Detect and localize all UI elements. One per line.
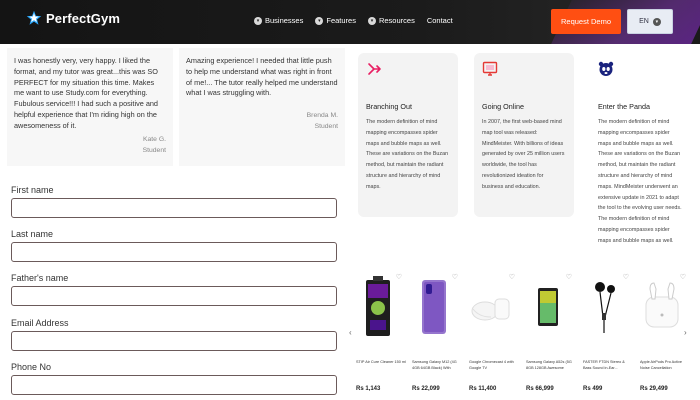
product-price: Rs 1,143: [356, 386, 381, 392]
product-name: Apple AirPods Pro Active Noise Cancellat…: [640, 360, 682, 370]
cleaner-spray-icon: [366, 276, 390, 336]
heart-icon[interactable]: ♡: [566, 273, 572, 281]
card-title: Branching Out: [366, 102, 412, 111]
product-price: Rs 66,999: [526, 386, 554, 392]
testimonial-author: Brenda M. Student: [307, 110, 338, 132]
page: PerfectGym ▾ Businesses ▾ Features ▾ Res…: [0, 0, 700, 400]
chevron-down-icon: ▾: [315, 16, 324, 25]
testimonial-card: Amazing experience! I needed that little…: [179, 48, 345, 166]
first-name-label: First name: [11, 185, 54, 195]
logo-text: PerfectGym: [46, 10, 120, 26]
phone-label: Phone No: [11, 362, 52, 372]
last-name-field[interactable]: [11, 242, 337, 262]
logo-star-icon: [26, 10, 42, 25]
request-demo-button[interactable]: Request Demo: [551, 9, 621, 34]
nav-label: Businesses: [265, 16, 304, 25]
green-phone-icon: [538, 288, 558, 326]
card-title: Enter the Panda: [598, 102, 650, 111]
nav-item-businesses[interactable]: ▾ Businesses: [254, 16, 303, 25]
nav-item-resources[interactable]: ▾ Resources: [367, 16, 415, 25]
earphones-icon: [595, 282, 615, 333]
nav-label: Features: [326, 16, 356, 25]
heart-icon[interactable]: ♡: [623, 273, 629, 281]
airpods-icon: [645, 282, 679, 328]
product-name: FASTER FTDN Stereo & Bass Sound in-Ear..…: [583, 360, 625, 370]
top-nav-bar: PerfectGym ▾ Businesses ▾ Features ▾ Res…: [0, 0, 700, 44]
product-price: Rs 11,400: [469, 386, 497, 392]
card-text: The modern definition of mind mapping en…: [366, 119, 449, 190]
testimonial-text: Amazing experience! I needed that little…: [186, 56, 338, 98]
testimonial-author: Kate G. Student: [143, 134, 166, 156]
language-label: EN: [639, 18, 649, 25]
panda-icon: [598, 61, 614, 76]
chevron-down-icon: ▾: [367, 16, 376, 25]
logo[interactable]: PerfectGym: [26, 10, 120, 26]
product-name: Samsung Galaxy A52s (5G 8GB 128GB Awesom…: [526, 360, 572, 370]
nav-label: Contact: [426, 16, 453, 25]
chevron-right-icon[interactable]: ›: [684, 328, 687, 337]
nav-item-features[interactable]: ▾ Features: [315, 16, 356, 25]
heart-icon[interactable]: ♡: [680, 273, 686, 281]
nav-item-contact[interactable]: Contact: [427, 16, 453, 25]
card-text: In 2007, the first web-based mind map to…: [482, 119, 565, 190]
branch-icon: [368, 63, 381, 75]
card-text: The modern definition of mind mapping en…: [598, 119, 682, 244]
chevron-down-icon: ▾: [254, 16, 262, 25]
testimonial-text: I was honestly very, very happy. I liked…: [14, 56, 158, 130]
feature-card: Enter the Panda The modern definition of…: [590, 53, 690, 265]
chevron-down-icon: ▾: [652, 17, 661, 26]
last-name-label: Last name: [11, 229, 54, 239]
product-price: Rs 22,099: [412, 386, 440, 392]
chromecast-icon: [471, 298, 510, 321]
monitor-icon: [482, 61, 498, 76]
main-nav: ▾ Businesses ▾ Features ▾ Resources Cont…: [254, 16, 453, 25]
product-price: Rs 499: [583, 386, 603, 392]
product-name: Samsung Galaxy M12 (4G 4GB 64GB Black) W…: [412, 360, 457, 370]
product-price: Rs 29,499: [640, 386, 668, 392]
product-name: STIP Air Cure Cleaner 150 ml: [356, 360, 406, 364]
feature-card: Branching Out The modern definition of m…: [358, 53, 458, 217]
email-field[interactable]: [11, 331, 337, 351]
author-role: Student: [314, 123, 338, 130]
email-label: Email Address: [11, 318, 69, 328]
testimonial-card: I was honestly very, very happy. I liked…: [7, 48, 173, 166]
product-name: Google Chromecast 4 with Google TV: [469, 360, 514, 370]
heart-icon[interactable]: ♡: [396, 273, 402, 281]
purple-phone-icon: [422, 280, 446, 334]
card-title: Going Online: [482, 102, 524, 111]
heart-icon[interactable]: ♡: [452, 273, 458, 281]
fathers-name-field[interactable]: [11, 286, 337, 306]
product-carousel: ‹ ♡ STIP Air Cure Cleaner 150 ml Rs 1,14…: [349, 268, 700, 400]
author-name: Kate G.: [142, 136, 166, 143]
language-selector[interactable]: EN ▾: [627, 9, 673, 34]
heart-icon[interactable]: ♡: [509, 273, 515, 281]
fathers-name-label: Father's name: [11, 273, 69, 283]
first-name-field[interactable]: [11, 198, 337, 218]
author-role: Student: [142, 147, 166, 154]
nav-label: Resources: [378, 16, 415, 25]
feature-card: Going Online In 2007, the first web-base…: [474, 53, 574, 217]
phone-field[interactable]: [11, 375, 337, 395]
author-name: Brenda M.: [306, 112, 338, 119]
